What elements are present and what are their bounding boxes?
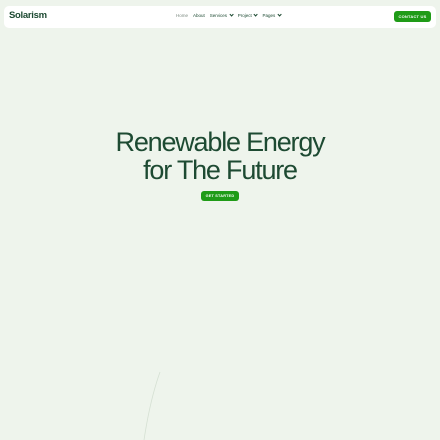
decorative-curve <box>143 371 161 440</box>
